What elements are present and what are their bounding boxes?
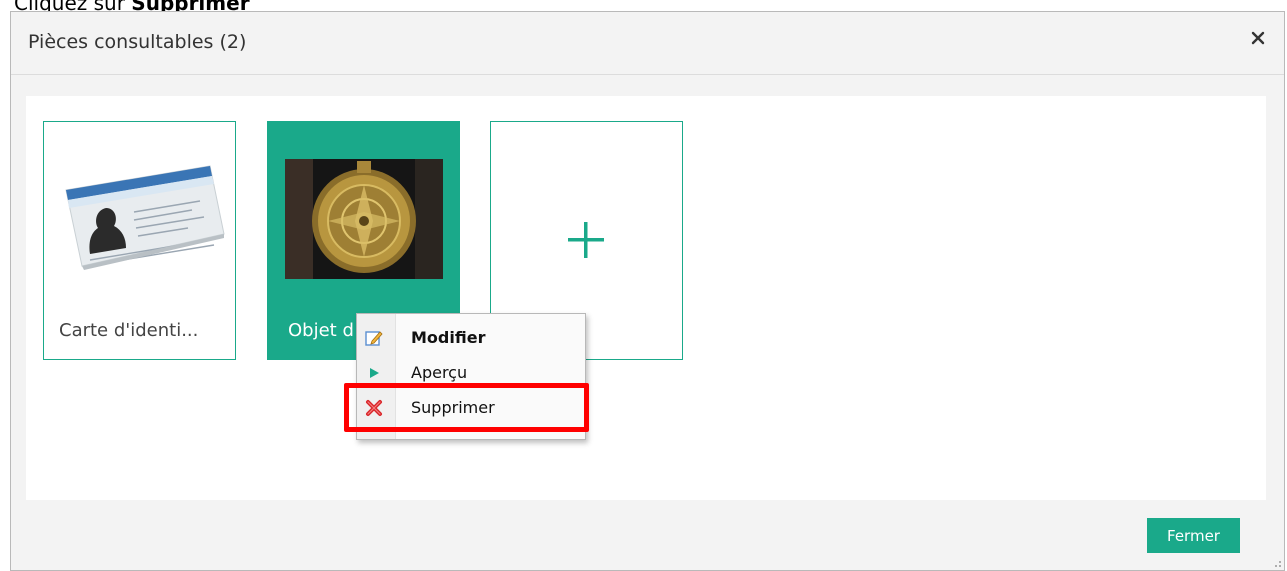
close-icon (1251, 31, 1265, 45)
menu-item-supprimer[interactable]: Supprimer (357, 390, 585, 424)
play-icon (370, 368, 379, 378)
menu-item-label: Supprimer (411, 398, 495, 417)
edit-pencil-icon (365, 331, 383, 346)
dialog-header: Pièces consultables (2) (11, 12, 1284, 75)
documents-grid: Carte d'identi... Objet d (26, 96, 1266, 500)
menu-item-label: Aperçu (411, 363, 468, 382)
document-card-id[interactable]: Carte d'identi... (43, 121, 236, 360)
fermer-button[interactable]: Fermer (1147, 518, 1240, 553)
resize-grip-icon[interactable] (1272, 558, 1282, 568)
astrolabe-photo (285, 159, 443, 279)
context-menu: Modifier Aperçu Supprimer (356, 313, 586, 440)
documents-dialog: Pièces consultables (2) Carte d'identi..… (10, 11, 1285, 571)
menu-item-label: Modifier (411, 328, 486, 347)
menu-item-apercu[interactable]: Aperçu (357, 355, 585, 389)
close-button[interactable] (1246, 26, 1270, 50)
card-label: Objet d (288, 320, 354, 341)
id-card-image (65, 165, 225, 270)
dialog-title: Pièces consultables (2) (28, 31, 247, 53)
delete-x-icon (366, 400, 382, 416)
plus-icon (568, 222, 604, 258)
menu-item-modifier[interactable]: Modifier (357, 320, 585, 354)
card-label: Carte d'identi... (59, 320, 199, 341)
